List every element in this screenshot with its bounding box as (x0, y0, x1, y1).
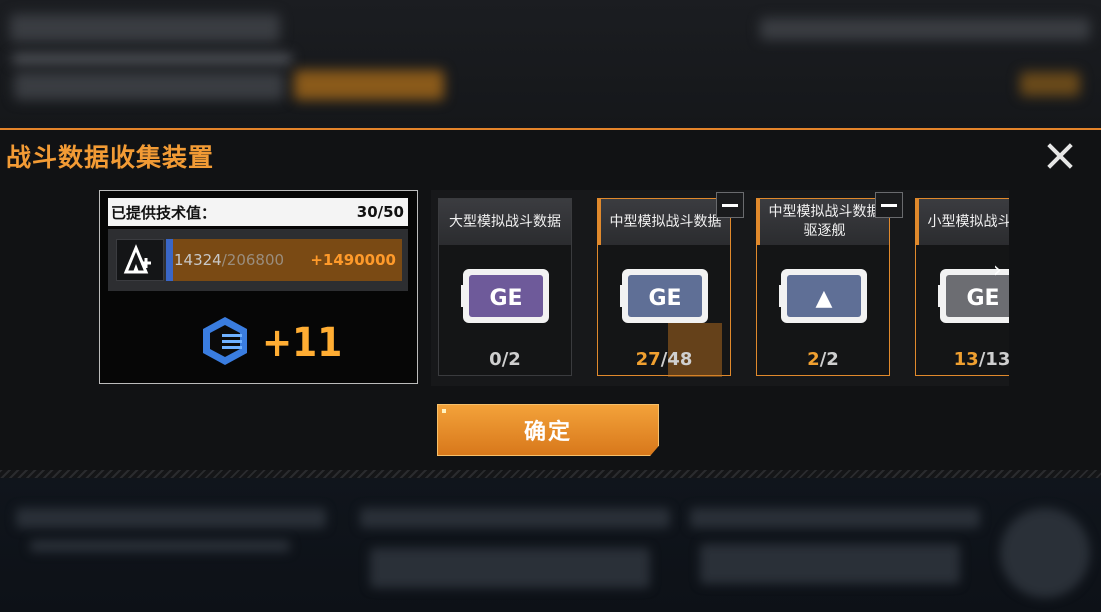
decrease-destroyer-button[interactable] (875, 192, 903, 218)
background-top-bar (0, 0, 1101, 128)
card-count: 13/13 (953, 349, 1009, 370)
tech-value-header: 已提供技术值： 30/50 (108, 198, 408, 226)
exp-progress-bar: 14324/206800 +1490000 (166, 239, 402, 281)
card-count: 2/2 (807, 349, 839, 370)
card-title: 中型模拟战斗数据 驱逐舰 (757, 199, 889, 245)
reward-row: +11 (200, 315, 342, 371)
decrease-medium-button[interactable] (716, 192, 744, 218)
battle-data-modal: 战斗数据收集装置 已提供技术值： 30/50 14324/206800 +149… (0, 128, 1101, 478)
commander-rank-icon (116, 239, 164, 281)
card-title: 大型模拟战斗数据 (439, 199, 571, 245)
card-count: 0/2 (489, 349, 521, 370)
data-chip-icon: GE (461, 269, 549, 323)
data-card-small[interactable]: 小型模拟战斗数据 GE 13/13 (915, 198, 1009, 376)
chevron-right-icon[interactable]: › (993, 258, 1002, 283)
commander-exp-row: 14324/206800 +1490000 (108, 229, 408, 291)
tech-value-progress: 30/50 (356, 203, 404, 221)
svg-text:GE: GE (648, 286, 681, 311)
svg-text:GE: GE (966, 286, 999, 311)
data-card-large[interactable]: 大型模拟战斗数据 GE 0/2 (438, 198, 572, 376)
data-card-medium-destroyer[interactable]: 中型模拟战斗数据 驱逐舰 ▲ 2/2 (756, 198, 890, 376)
exp-value: 14324/206800 (174, 251, 285, 269)
svg-text:GE: GE (489, 286, 522, 311)
tech-value-panel: 已提供技术值： 30/50 14324/206800 +1490000 +11 (99, 190, 418, 384)
card-title: 中型模拟战斗数据 (598, 199, 730, 245)
data-chip-icon: GE (620, 269, 708, 323)
data-chip-icon: ▲ (779, 269, 867, 323)
reward-amount: +11 (262, 320, 343, 366)
tech-core-icon (200, 315, 250, 371)
confirm-label: 确定 (523, 420, 572, 445)
tech-value-label: 已提供技术值： (111, 203, 217, 222)
data-card-medium[interactable]: 中型模拟战斗数据 GE 27/48 (597, 198, 731, 377)
svg-text:▲: ▲ (816, 286, 833, 311)
exp-progress-fill (166, 239, 174, 281)
button-accent-dot (442, 409, 446, 413)
card-title: 小型模拟战斗数据 (916, 199, 1009, 245)
data-card-list: 大型模拟战斗数据 GE 0/2 中型模拟战斗数据 GE 27/48 中型模拟战斗… (431, 190, 1009, 386)
modal-title: 战斗数据收集装置 (6, 143, 215, 172)
card-count: 27/48 (635, 349, 693, 370)
close-icon[interactable] (1044, 140, 1076, 172)
background-bottom-panel (0, 478, 1101, 612)
confirm-button[interactable]: 确定 (437, 404, 659, 456)
exp-gain: +1490000 (310, 251, 396, 269)
